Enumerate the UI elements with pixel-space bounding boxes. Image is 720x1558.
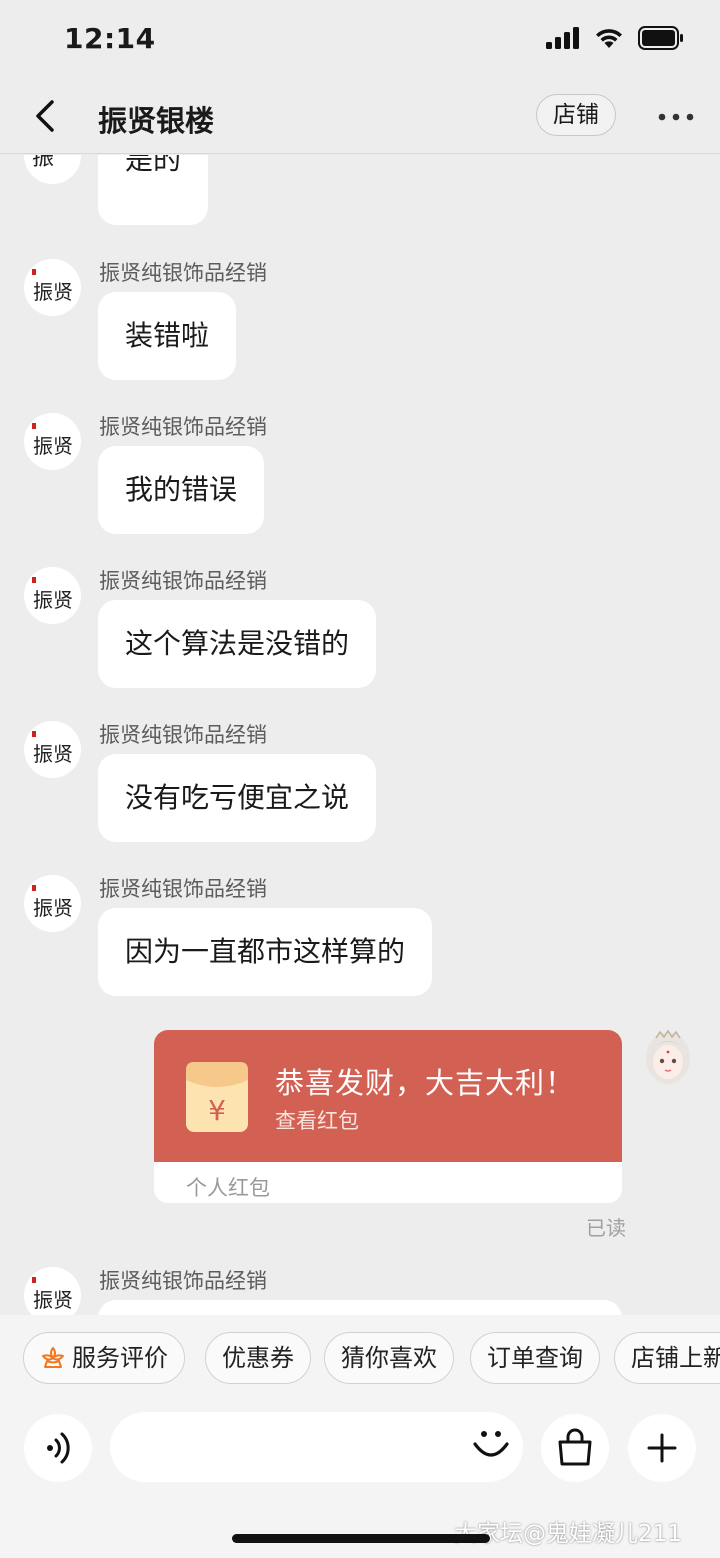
- svg-text:振贤: 振贤: [33, 434, 73, 458]
- chip-guess-you-like[interactable]: 猜你喜欢: [324, 1332, 454, 1384]
- red-packet-header: ¥ 恭喜发财，大吉大利！ 查看红包: [154, 1030, 622, 1162]
- svg-text:振贤: 振贤: [33, 1288, 73, 1312]
- message-bubble[interactable]: 装错啦: [98, 292, 237, 380]
- status-bar: 12:14: [0, 0, 720, 80]
- svg-text:振贤: 振贤: [33, 742, 73, 766]
- shop-avatar[interactable]: 振贤: [24, 1267, 81, 1315]
- shop-avatar[interactable]: 振贤: [24, 567, 81, 624]
- home-indicator[interactable]: [232, 1534, 490, 1543]
- sender-name: 振贤纯银饰品经销: [99, 415, 267, 439]
- message-bubble[interactable]: 因为一直都市这样算的: [98, 908, 433, 996]
- chip-service-review[interactable]: 服务评价: [23, 1332, 185, 1384]
- red-packet-card[interactable]: ¥ 恭喜发财，大吉大利！ 查看红包 个人红包: [154, 1030, 622, 1203]
- chip-coupons[interactable]: 优惠券: [205, 1332, 311, 1384]
- chip-order-query[interactable]: 订单查询: [470, 1332, 600, 1384]
- message-input[interactable]: [110, 1412, 523, 1482]
- red-packet-subtitle: 查看红包: [275, 1109, 359, 1133]
- more-options-icon[interactable]: [656, 102, 696, 132]
- message-bubble[interactable]: 我的错误: [98, 446, 265, 534]
- wifi-icon: [596, 29, 622, 48]
- shop-avatar[interactable]: 振: [24, 155, 81, 184]
- chip-new-arrivals[interactable]: 店铺上新: [614, 1332, 720, 1384]
- message-bubble[interactable]: 没有吃亏便宜之说: [98, 754, 377, 842]
- shop-avatar[interactable]: 振贤: [24, 721, 81, 778]
- cellular-signal-icon: [546, 27, 579, 49]
- message-bubble[interactable]: 这个算法是没错的: [98, 600, 377, 688]
- shop-avatar[interactable]: 振贤: [24, 259, 81, 316]
- sender-name: 振贤纯银饰品经销: [99, 1269, 267, 1293]
- status-time: 12:14: [64, 22, 156, 55]
- svg-text:振贤: 振贤: [33, 588, 73, 612]
- sender-name: 振贤纯银饰品经销: [99, 877, 267, 901]
- quick-action-bar: 服务评价 优惠券 猜你喜欢 订单查询 店铺上新: [0, 1315, 720, 1400]
- sender-name: 振贤纯银饰品经销: [99, 261, 267, 285]
- message-bubble[interactable]: 是的: [98, 155, 209, 225]
- voice-button[interactable]: [24, 1414, 92, 1482]
- red-packet-footer: 个人红包: [186, 1176, 270, 1200]
- battery-icon: [638, 26, 683, 50]
- shopping-bag-icon: [558, 1428, 592, 1466]
- voice-icon: [47, 1432, 70, 1464]
- back-arrow-icon[interactable]: [28, 96, 64, 136]
- red-envelope-icon: ¥: [186, 1062, 248, 1132]
- add-more-button[interactable]: [628, 1414, 696, 1482]
- shop-button[interactable]: 店铺: [536, 94, 616, 136]
- shop-avatar[interactable]: 振贤: [24, 413, 81, 470]
- svg-text:振贤: 振贤: [33, 280, 73, 304]
- page-title: 振贤银楼: [98, 104, 215, 138]
- svg-text:振: 振: [32, 155, 54, 171]
- plus-icon: [647, 1433, 677, 1463]
- watermark: 大家坛@鬼娃凝儿211: [454, 1521, 682, 1547]
- emoji-icon[interactable]: [470, 1422, 512, 1464]
- red-packet-title: 恭喜发财，大吉大利！: [275, 1066, 576, 1100]
- chat-message-list[interactable]: 振 是的 振贤 振贤纯银饰品经销 装错啦 振贤 振贤纯银饰品经销 我的错误 振贤…: [0, 155, 720, 1315]
- message-bubble[interactable]: [98, 1300, 622, 1315]
- sender-name: 振贤纯银饰品经销: [99, 569, 267, 593]
- sender-name: 振贤纯银饰品经销: [99, 723, 267, 747]
- chip-label: 服务评价: [72, 1344, 168, 1372]
- shopping-bag-button[interactable]: [541, 1414, 609, 1482]
- input-bar: 大家坛@鬼娃凝儿211: [0, 1400, 720, 1558]
- read-status: 已读: [586, 1216, 626, 1240]
- chat-header: 振贤银楼 店铺: [0, 80, 720, 154]
- flower-icon: [42, 1347, 64, 1368]
- status-icons: [546, 26, 684, 50]
- svg-text:振贤: 振贤: [33, 896, 73, 920]
- svg-text:¥: ¥: [208, 1094, 226, 1127]
- shop-avatar[interactable]: 振贤: [24, 875, 81, 932]
- user-avatar[interactable]: [642, 1028, 694, 1086]
